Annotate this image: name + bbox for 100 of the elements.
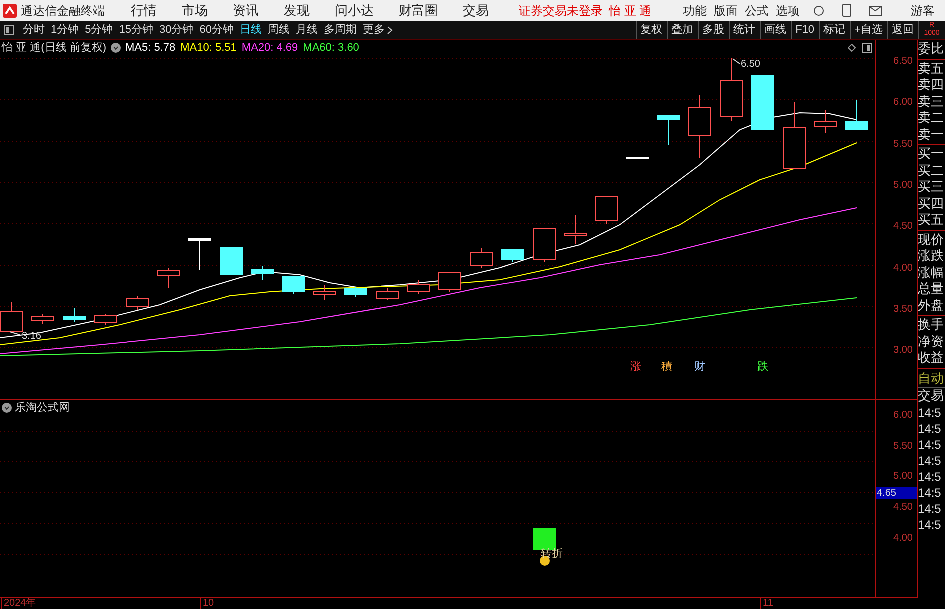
menu-item[interactable]: 资讯 [233,0,259,20]
settings-icon[interactable] [2,403,12,413]
menu-item[interactable]: 版面 [714,2,738,20]
period-tab[interactable]: 月线 [293,22,321,38]
period-tab[interactable]: 30分钟 [156,22,197,38]
axis-label: 6.50 [894,56,913,68]
ma-value: MA20: 4.69 [242,40,298,56]
quote-label: 总量 [918,281,945,298]
candlestick [376,288,400,300]
quote-label: 卖一 [918,126,945,143]
chevron-icon [387,26,393,34]
period-tab[interactable]: 15分钟 [116,22,156,38]
quote-label: 涨跌 [918,248,945,264]
candlestick [596,196,618,224]
axis-label: 4.50 [894,221,913,232]
menu-item[interactable]: 市场 [182,0,208,20]
menu-item[interactable]: 功能 [683,2,707,20]
period-tab[interactable]: 更多 [360,22,396,38]
axis-label: 6.00 [894,97,913,108]
signal-bar [533,528,556,550]
axis-label: 4.00 [894,262,913,274]
quote-label: 买五 [918,212,945,228]
candlestick [534,228,556,262]
trade-time: 14:5 [918,452,942,468]
candlestick [688,94,712,158]
menu-item[interactable]: 公式 [745,2,769,20]
axis-label: 3.00 [894,345,913,356]
trade-time: 14:5 [918,484,942,500]
candlestick [252,266,274,280]
candlestick [626,158,650,160]
axis-label: 5.00 [894,180,913,192]
tool-button[interactable]: +自选 [850,21,887,39]
leader-line [10,332,20,336]
menu-item[interactable]: 行情 [131,0,157,20]
quote-label: 买一 [918,146,945,162]
candlestick [408,280,430,294]
tool-button[interactable]: 复权 [636,21,667,39]
candlestick [564,214,588,244]
menu-item[interactable]: 交易 [463,0,489,20]
app-title: 通达信金融终端 [21,2,106,20]
axis-label: 5.00 [894,471,913,482]
period-tab[interactable]: 周线 [265,22,293,38]
candlestick [314,284,336,300]
candlestick [438,272,462,292]
trade-label: 交易 [918,388,945,404]
quote-label: 买四 [918,196,945,212]
quote-label: 卖五 [918,60,945,77]
panel-toggle-icon[interactable] [862,43,872,53]
candlestick [720,58,744,122]
trade-time: 14:5 [918,404,942,420]
quote-label: 收益 [918,350,945,366]
tool-button[interactable]: 标记 [818,21,850,39]
phone-icon[interactable] [842,4,852,17]
quote-label: 卖二 [918,110,945,126]
period-tab[interactable]: 60分钟 [196,22,237,38]
menu-item[interactable]: 发现 [284,0,310,20]
diamond-icon[interactable] [848,44,856,52]
quote-label: 卖三 [918,94,945,110]
candlestick [220,248,244,276]
login-status: 证券交易未登录 [519,2,603,20]
period-tab[interactable]: 多周期 [321,22,360,38]
signal-text: 转折 [541,548,563,560]
candlestick [846,100,868,130]
trade-time: 14:5 [918,420,942,436]
quote-label: 卖四 [918,77,945,94]
quote-label: 买二 [918,162,945,179]
high-price-label: 6.50 [741,59,760,70]
menu-item[interactable]: 财富圈 [399,0,438,20]
period-tab[interactable]: 分时 [20,22,48,38]
menu-item[interactable]: 选项 [776,2,800,20]
candlestick [64,308,86,322]
tool-button[interactable]: 叠加 [666,21,698,39]
period-tab[interactable]: 1分钟 [48,22,82,38]
low-price-label: 3.16 [22,331,42,342]
quote-label: 净资 [918,334,945,350]
panel-toggle-icon[interactable] [4,25,14,35]
candlestick [94,314,118,326]
tool-button[interactable]: 多股 [698,21,729,39]
signal-label: 積 [662,361,672,373]
period-tab[interactable]: 日线 [237,22,265,38]
candlestick [282,276,306,294]
user-button[interactable]: 游客 [911,2,935,20]
quote-label: 换手 [918,317,945,334]
signal-label: 涨 [630,361,642,373]
tool-button[interactable]: F10 [790,21,819,39]
chart-title: 怡 亚 通(日线 前复权) [2,40,106,56]
tool-button[interactable]: 返回 [887,21,918,39]
tool-button[interactable]: 画线 [760,21,791,39]
period-tab[interactable]: 5分钟 [82,22,116,38]
tool-button[interactable]: 统计 [728,21,760,39]
axis-label: 10 [200,598,214,609]
settings-icon[interactable] [110,43,120,53]
candlestick [188,238,212,270]
quote-label: 买三 [918,179,945,196]
mail-icon[interactable] [869,6,882,16]
trade-time: 14:5 [918,436,942,452]
menu-item[interactable]: 问小达 [335,0,374,20]
leader-line [732,58,740,64]
axis-label: 6.00 [894,410,913,421]
candlestick [814,110,838,134]
